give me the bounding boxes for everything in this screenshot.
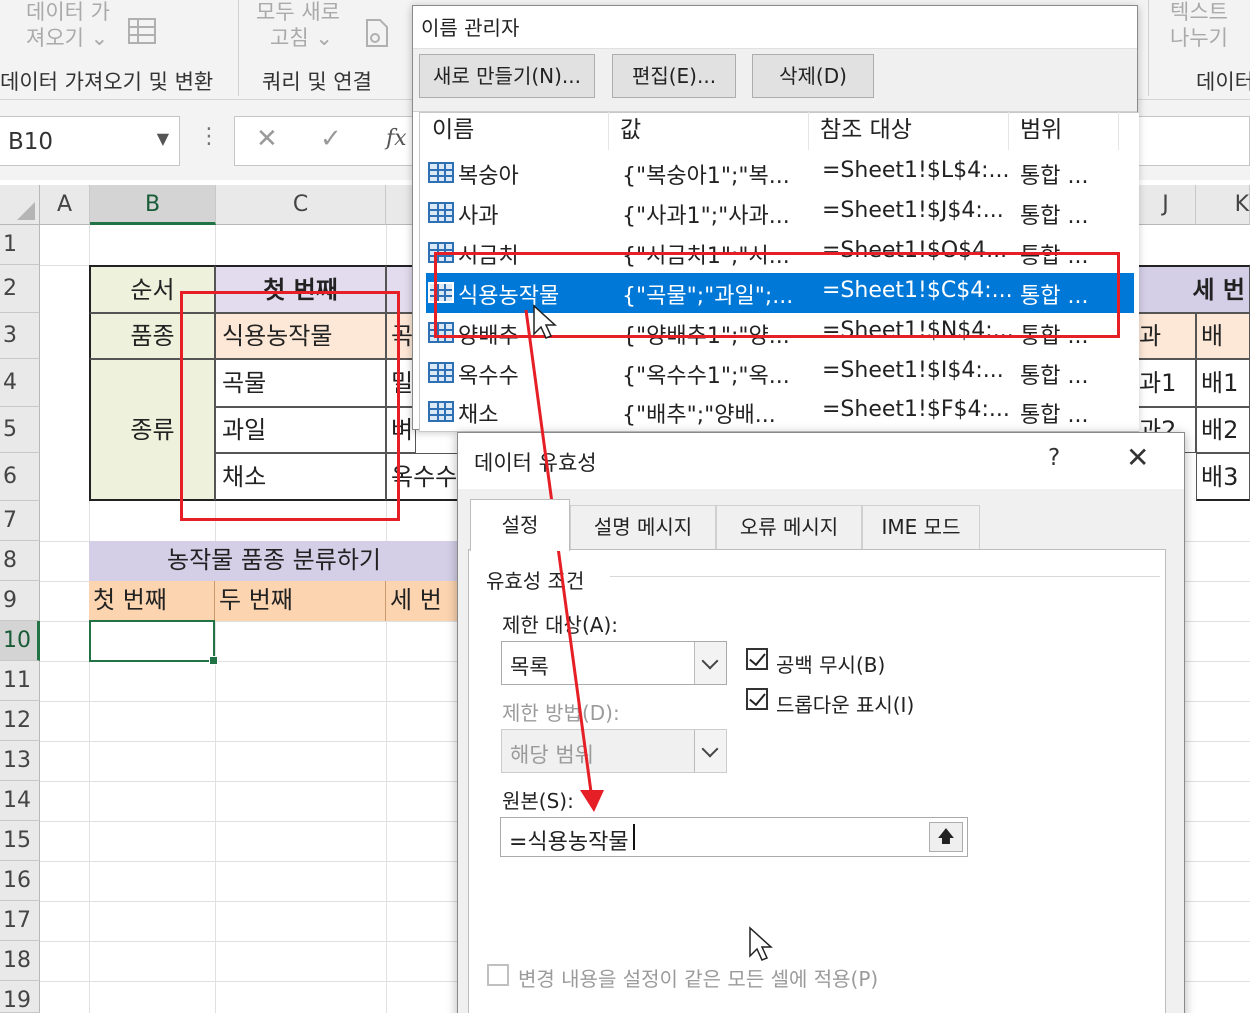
mouse-cursor-icon: [749, 926, 773, 961]
annotation-layer: [524, 304, 773, 961]
mouse-cursor-icon: [533, 304, 557, 339]
annotation-arrow-head: [580, 790, 604, 812]
annotation-arrow-line: [524, 309, 593, 793]
tab-settings[interactable]: 설정: [470, 499, 570, 551]
